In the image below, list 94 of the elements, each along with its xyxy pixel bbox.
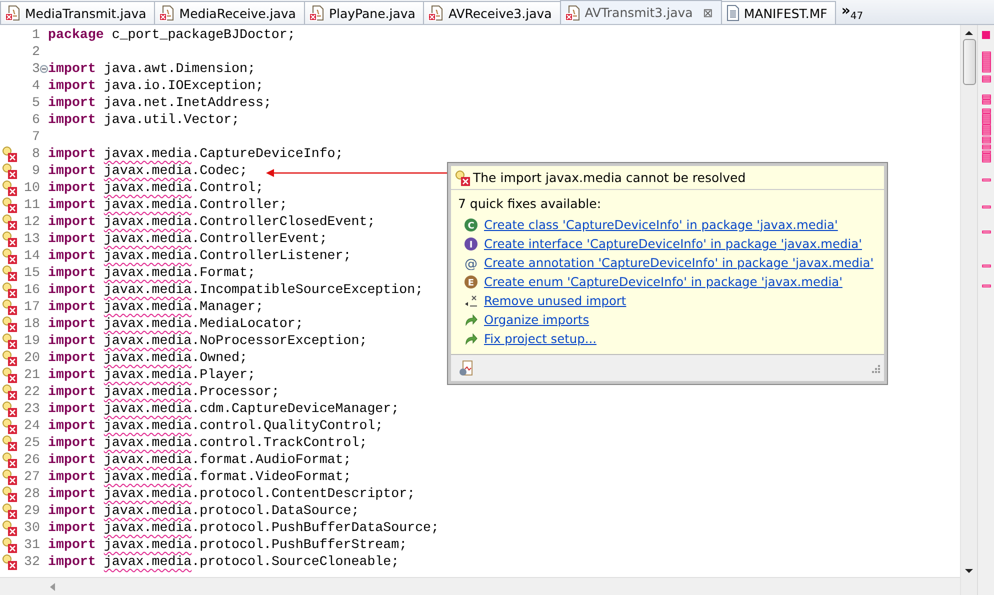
scroll-thumb[interactable]: [962, 39, 976, 85]
code-line: import javax.media.protocol.SourceCloneable;: [48, 554, 400, 569]
line-number: 14: [23, 248, 40, 263]
line-number: 25: [23, 435, 40, 450]
line-number: 12: [23, 214, 40, 229]
code-line: import java.awt.Dimension;: [48, 61, 256, 76]
line-number: 4: [31, 78, 40, 93]
line-number: 1: [31, 27, 40, 42]
code-line: import javax.media.protocol.DataSource;: [48, 503, 360, 518]
line-number: 24: [23, 418, 40, 433]
code-line: import java.net.InetAddress;: [48, 95, 272, 110]
quick-fix-link[interactable]: Create annotation 'CaptureDeviceInfo' in package 'javax.media': [484, 256, 874, 270]
line-number: 31: [23, 537, 40, 552]
error-lightbulb-icon: [455, 170, 471, 186]
annotation-icon: @: [464, 256, 478, 270]
line-number: 23: [23, 401, 40, 416]
class-icon: C: [464, 218, 478, 232]
change-arrow-icon: [464, 332, 478, 346]
remove-icon: [464, 294, 478, 308]
code-line: import javax.media.ControllerEvent;: [48, 231, 328, 246]
code-line: import javax.media.protocol.PushBufferDataSource;: [48, 520, 440, 535]
error-summary-icon: [982, 31, 990, 39]
code-line: import javax.media.protocol.PushBufferStream;: [48, 537, 408, 552]
code-line: import javax.media.Format;: [48, 265, 256, 280]
code-line: import javax.media.ControllerListener;: [48, 248, 352, 263]
code-line: import javax.media.IncompatibleSourceException;: [48, 282, 424, 297]
line-number: 3: [31, 61, 40, 76]
line-number: 13: [23, 231, 40, 246]
quick-fix-link[interactable]: Create enum 'CaptureDeviceInfo' in package 'javax.media': [484, 274, 842, 288]
code-line: import javax.media.CaptureDeviceInfo;: [48, 146, 344, 161]
scroll-left-icon[interactable]: [50, 582, 56, 590]
quick-fix-count: 7 quick fixes available:: [457, 195, 602, 213]
editor-tab[interactable]: AVTransmit3.java ⊠: [560, 0, 722, 24]
line-number: 16: [23, 282, 40, 297]
line-number: 6: [31, 112, 40, 127]
editor-tab[interactable]: MediaTransmit.java: [0, 1, 156, 24]
change-arrow-icon: [464, 312, 478, 326]
code-line: import javax.media.Owned;: [48, 350, 248, 365]
code-line: import javax.media.protocol.ContentDescriptor;: [48, 486, 416, 501]
code-line: import javax.media.control.QualityControl;: [48, 418, 384, 433]
editor-tab[interactable]: PlayPane.java: [304, 1, 424, 24]
enum-icon: E: [464, 274, 478, 288]
code-line: import javax.media.Processor;: [48, 384, 280, 399]
quick-fix-link[interactable]: Fix project setup...: [484, 332, 596, 346]
line-number: 17: [23, 299, 40, 314]
interface-icon: I: [464, 236, 478, 250]
line-number: 15: [23, 265, 40, 280]
line-number: 18: [23, 316, 40, 331]
code-line: import javax.media.Player;: [48, 367, 256, 382]
line-number: 2: [31, 44, 40, 59]
scroll-down-icon[interactable]: [965, 567, 973, 575]
close-icon[interactable]: ⊠: [702, 6, 713, 20]
code-line: import javax.media.Controller;: [48, 197, 288, 212]
quick-fix-link[interactable]: Create class 'CaptureDeviceInfo' in package 'javax.media': [484, 218, 838, 232]
line-number: 32: [23, 554, 40, 569]
line-number: 9: [31, 163, 40, 178]
settings-document-icon[interactable]: [459, 360, 475, 376]
code-line: import javax.media.cdm.CaptureDeviceManager;: [48, 401, 400, 416]
code-line: import javax.media.Manager;: [48, 299, 264, 314]
editor-tab[interactable]: MANIFEST.MF: [720, 1, 836, 24]
editor-tab[interactable]: MediaReceive.java: [154, 1, 305, 24]
error-message: The import javax.media cannot be resolved: [473, 170, 746, 185]
code-line: import javax.media.NoProcessorException;: [48, 333, 368, 348]
code-line: import javax.media.format.VideoFormat;: [48, 469, 352, 484]
line-number: 20: [23, 350, 40, 365]
editor-tab[interactable]: AVReceive3.java: [423, 1, 561, 24]
code-line: import javax.media.format.AudioFormat;: [48, 452, 352, 467]
code-line: package c_port_packageBJDoctor;: [48, 27, 296, 42]
line-number: 29: [23, 503, 40, 518]
line-number: 30: [23, 520, 40, 535]
line-number: 8: [31, 146, 40, 161]
quick-fix-link[interactable]: Remove unused import: [484, 294, 626, 308]
line-number: 5: [31, 95, 40, 110]
line-number: 28: [23, 486, 40, 501]
resize-grip-icon[interactable]: [870, 363, 880, 373]
code-line: import java.io.IOException;: [48, 78, 264, 93]
line-number: 11: [23, 197, 40, 212]
line-number: 10: [23, 180, 40, 195]
line-number: 7: [31, 129, 40, 144]
line-number: 26: [23, 452, 40, 467]
code-line: import javax.media.ControllerClosedEvent;: [48, 214, 376, 229]
code-line: import javax.media.Codec;: [48, 163, 248, 178]
line-number: 21: [23, 367, 40, 382]
scroll-up-icon[interactable]: [965, 29, 973, 37]
quick-fix-link[interactable]: Organize imports: [484, 312, 590, 326]
code-line: import javax.media.MediaLocator;: [48, 316, 304, 331]
code-line: import javax.media.control.TrackControl;: [48, 435, 368, 450]
line-number: 27: [23, 469, 40, 484]
code-line: import java.util.Vector;: [48, 112, 240, 127]
code-line: import javax.media.Control;: [48, 180, 264, 195]
line-number: 22: [23, 384, 40, 399]
quick-fix-link[interactable]: Create interface 'CaptureDeviceInfo' in package 'javax.media': [484, 236, 862, 250]
line-number: 19: [23, 333, 40, 348]
collapse-icon[interactable]: [40, 64, 48, 72]
